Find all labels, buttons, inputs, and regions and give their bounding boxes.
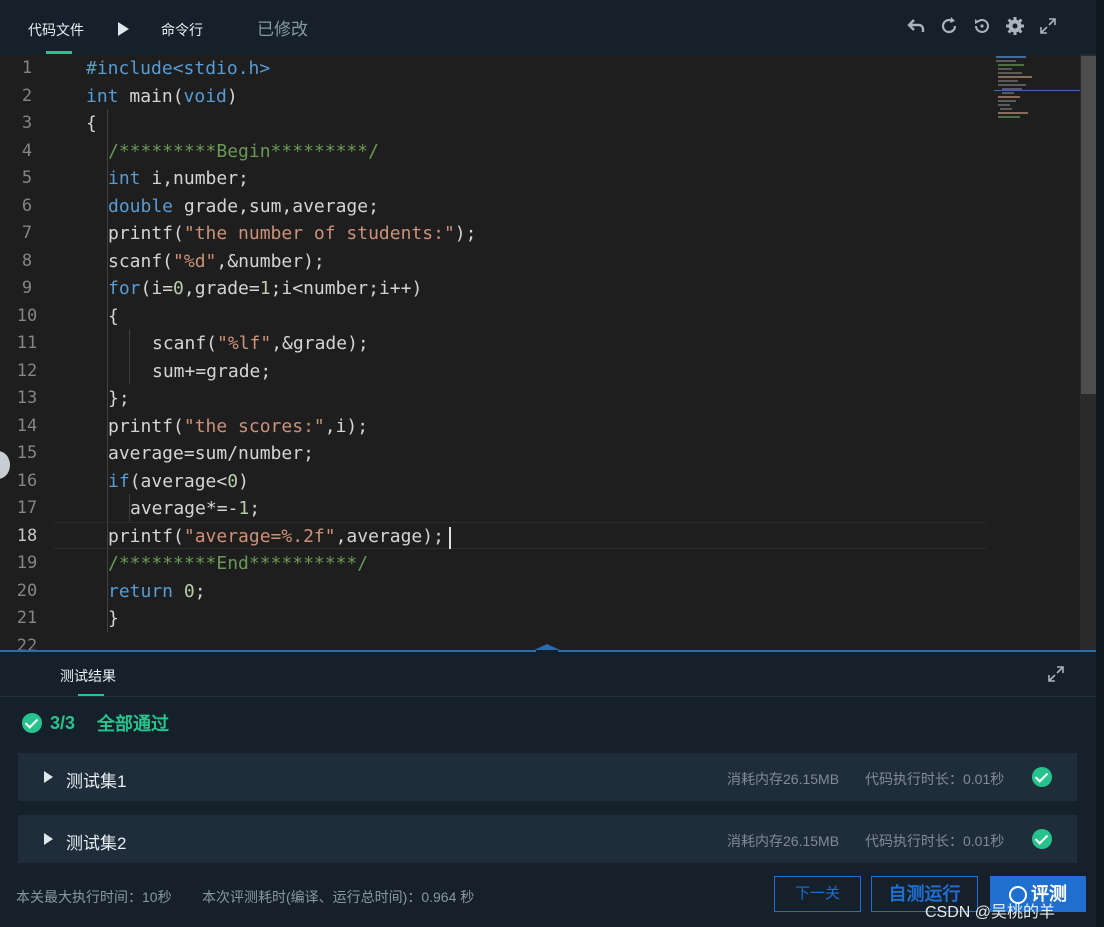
code-line: 2 int main(void) bbox=[21, 86, 238, 107]
test-case-name: 测试集1 bbox=[66, 772, 127, 791]
refresh-icon[interactable] bbox=[938, 16, 960, 38]
pass-text: 全部通过 bbox=[97, 714, 170, 734]
editor-scrollbar-thumb[interactable] bbox=[1081, 56, 1096, 394]
test-case-name: 测试集2 bbox=[66, 834, 127, 853]
page-edge bbox=[1096, 0, 1104, 927]
code-line: 8 scanf("%d",&number); bbox=[21, 251, 325, 272]
code-line: 17 average*=-1; bbox=[16, 498, 261, 519]
undo-icon[interactable] bbox=[905, 16, 927, 38]
settings-gear-icon[interactable] bbox=[1004, 16, 1026, 38]
code-line: 13}; bbox=[16, 388, 130, 409]
evaluation-time: 本次评测耗时(编译、运行总时间)：0.964 秒 bbox=[202, 889, 475, 905]
results-panel: 3/3 全部通过 测试集1 消耗内存26.15MB 代码执行时长：0.01秒 测… bbox=[0, 697, 1096, 863]
expand-results-icon[interactable] bbox=[1046, 664, 1066, 684]
pass-count: 3/3 bbox=[50, 712, 76, 733]
tab-code-file[interactable]: 代码文件 bbox=[28, 0, 84, 54]
memory-usage: 消耗内存26.15MB bbox=[727, 771, 840, 787]
code-line: 15 average=sum/number; bbox=[16, 443, 314, 464]
check-circle-icon bbox=[22, 713, 42, 733]
test-case-row[interactable]: 测试集1 消耗内存26.15MB 代码执行时长：0.01秒 bbox=[18, 753, 1077, 801]
history-icon[interactable] bbox=[971, 16, 993, 38]
next-level-button[interactable]: 下一关 bbox=[774, 876, 861, 912]
check-circle-icon bbox=[1032, 767, 1052, 787]
fullscreen-icon[interactable] bbox=[1037, 16, 1059, 38]
code-line: 3{ bbox=[21, 113, 97, 134]
watermark: CSDN @吴桃的羊 bbox=[925, 904, 1056, 921]
check-circle-icon bbox=[1032, 829, 1052, 849]
code-line: 1 #include<stdio.h> bbox=[21, 58, 271, 79]
code-line: 9 for(i=0,grade=1;i<number;i++) bbox=[21, 278, 423, 299]
run-play-icon[interactable] bbox=[118, 22, 129, 36]
code-line: 11 scanf("%lf",&grade); bbox=[16, 333, 369, 354]
editor-header: 代码文件 命令行 已修改 bbox=[0, 0, 1096, 54]
tab-active-indicator bbox=[78, 694, 104, 696]
execution-time: 代码执行时长：0.01秒 bbox=[865, 833, 1005, 849]
results-header: 测试结果 bbox=[0, 652, 1096, 697]
code-line: 12 sum+=grade; bbox=[16, 361, 272, 382]
code-line: 7 printf("the number of students:"); bbox=[21, 223, 477, 244]
tab-command-line[interactable]: 命令行 bbox=[161, 0, 203, 54]
expand-triangle-icon[interactable] bbox=[44, 833, 53, 845]
code-editor[interactable]: 1 #include<stdio.h> 2 int main(void) 3{ 4/… bbox=[0, 54, 1096, 650]
test-case-row[interactable]: 测试集2 消耗内存26.15MB 代码执行时长：0.01秒 bbox=[18, 815, 1077, 863]
code-line: 5 int i,number; bbox=[21, 168, 249, 189]
tab-test-results[interactable]: 测试结果 bbox=[60, 666, 116, 686]
max-execution-time: 本关最大执行时间：10秒 bbox=[16, 889, 172, 905]
code-line: 21} bbox=[16, 608, 119, 629]
code-line: 16 if(average<0) bbox=[16, 471, 249, 492]
modified-status: 已修改 bbox=[257, 20, 308, 39]
execution-time: 代码执行时长：0.01秒 bbox=[865, 771, 1005, 787]
code-line: 22 bbox=[16, 636, 38, 650]
code-line: 19/*********End**********/ bbox=[16, 553, 369, 574]
pass-summary: 3/3 全部通过 bbox=[22, 711, 169, 735]
memory-usage: 消耗内存26.15MB bbox=[727, 833, 840, 849]
code-line: 4/*********Begin*********/ bbox=[21, 141, 379, 162]
text-caret bbox=[449, 527, 451, 549]
code-line: 20 return 0; bbox=[16, 581, 206, 602]
code-line-active: 18 printf("average=%.2f",average); bbox=[16, 526, 444, 547]
code-line: 10{ bbox=[16, 306, 119, 327]
code-line: 6 double grade,sum,average; bbox=[21, 196, 379, 217]
code-line: 14 printf("the scores:",i); bbox=[16, 416, 369, 437]
expand-triangle-icon[interactable] bbox=[44, 771, 53, 783]
code-minimap[interactable] bbox=[994, 54, 1080, 650]
